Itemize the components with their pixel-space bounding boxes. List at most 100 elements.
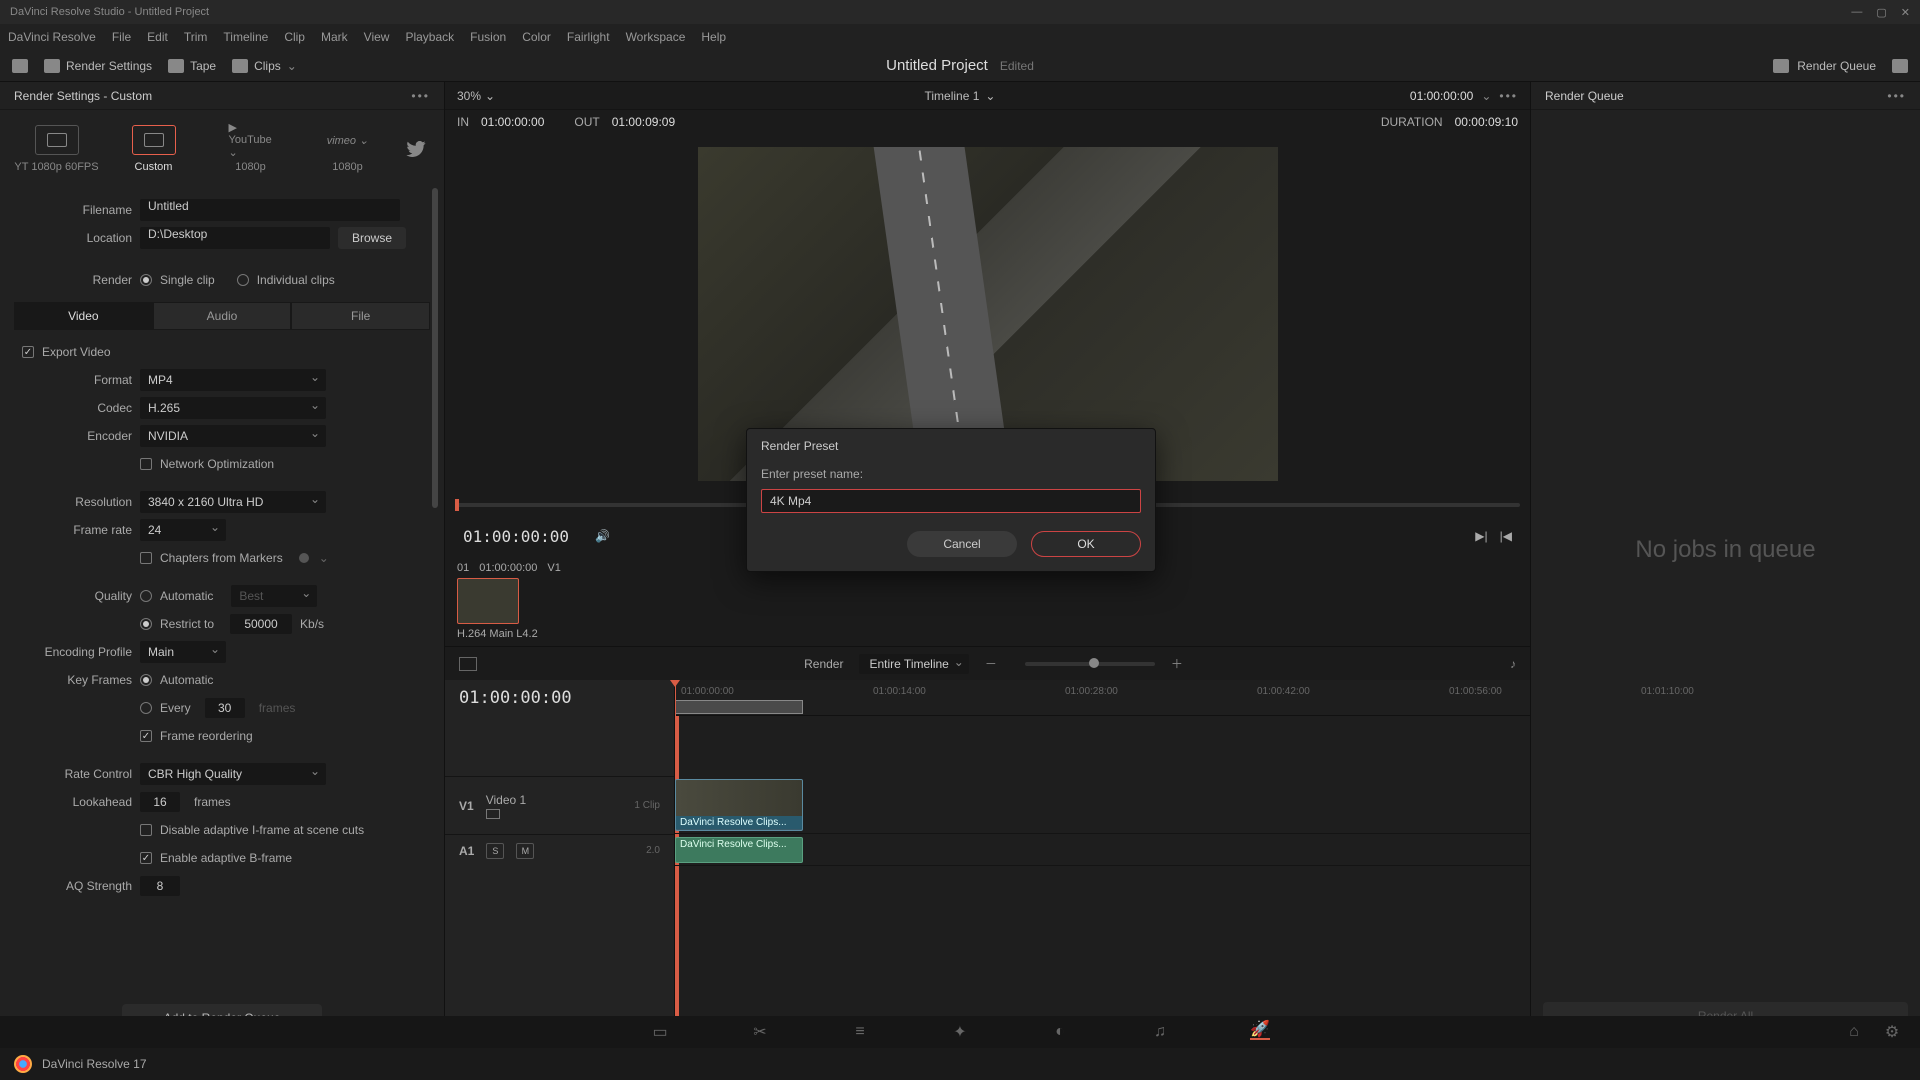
preset-twitter[interactable] [396, 134, 436, 164]
zoom-select[interactable]: 30%⌄ [457, 89, 495, 103]
rate-control-select[interactable]: CBR High Quality [140, 763, 326, 785]
audio-toggle-icon[interactable]: ♪ [1510, 657, 1516, 671]
aq-input[interactable]: 8 [140, 876, 180, 896]
timeline-view-icon[interactable] [459, 657, 477, 671]
tape-toggle[interactable]: Tape [168, 59, 216, 73]
last-frame-icon[interactable]: |◀ [1500, 529, 1512, 543]
fairlight-page-icon[interactable]: ♫ [1150, 1024, 1170, 1040]
quality-auto-radio[interactable] [140, 590, 152, 602]
expand-queue-icon[interactable] [1892, 59, 1908, 73]
framerate-select[interactable]: 24 [140, 519, 226, 541]
volume-icon[interactable]: 🔊 [595, 529, 610, 543]
in-out-range[interactable] [675, 700, 803, 714]
browse-button[interactable]: Browse [338, 227, 406, 249]
color-page-icon[interactable]: ◐ [1050, 1024, 1070, 1040]
net-opt-check[interactable] [140, 458, 152, 470]
timeline-timecode[interactable]: 01:00:00:00 [445, 680, 674, 716]
tab-video[interactable]: Video [14, 302, 153, 330]
location-input[interactable]: D:\Desktop [140, 227, 330, 249]
solo-button[interactable]: S [486, 843, 504, 859]
a1-header[interactable]: A1 S M 2.0 [445, 834, 674, 866]
disable-iframe-check[interactable] [140, 824, 152, 836]
ok-button[interactable]: OK [1031, 531, 1141, 557]
marker-color-icon[interactable] [299, 553, 309, 563]
viewer-menu-icon[interactable]: ••• [1499, 89, 1518, 103]
timeline-ruler[interactable]: 01:00:00:00 01:00:14:00 01:00:28:00 01:0… [675, 680, 1530, 716]
scrubber-handle[interactable] [455, 499, 459, 511]
settings-scrollbar[interactable] [432, 188, 438, 994]
cut-page-icon[interactable]: ✂ [750, 1024, 770, 1040]
preset-yt[interactable]: YT 1080p 60FPS [8, 125, 105, 173]
menu-item[interactable]: Fusion [470, 30, 506, 44]
queue-menu-icon[interactable]: ••• [1887, 89, 1906, 103]
resolution-select[interactable]: 3840 x 2160 Ultra HD [140, 491, 326, 513]
zoom-in-icon[interactable]: ＋ [1171, 655, 1183, 672]
menu-item[interactable]: Workspace [626, 30, 686, 44]
timeline-zoom-slider[interactable] [1025, 662, 1155, 666]
home-icon[interactable]: ⌂ [1844, 1024, 1864, 1040]
panel-menu-icon[interactable]: ••• [411, 89, 430, 103]
menu-item[interactable]: Playback [405, 30, 454, 44]
preset-name-input[interactable] [761, 489, 1141, 513]
enc-profile-select[interactable]: Main [140, 641, 226, 663]
filename-input[interactable]: Untitled [140, 199, 400, 221]
preset-youtube[interactable]: ▶ YouTube ⌄1080p [202, 125, 299, 173]
preset-custom[interactable]: Custom [105, 125, 202, 173]
timeline-name[interactable]: Timeline 1⌄ [925, 89, 996, 103]
mute-button[interactable]: M [516, 843, 534, 859]
menu-item[interactable]: Edit [147, 30, 168, 44]
maximize-icon[interactable]: ▢ [1876, 6, 1886, 19]
single-clip-radio[interactable] [140, 274, 152, 286]
kf-auto-radio[interactable] [140, 674, 152, 686]
lookahead-input[interactable]: 16 [140, 792, 180, 812]
menu-item[interactable]: Fairlight [567, 30, 610, 44]
chapters-check[interactable] [140, 552, 152, 564]
menu-item[interactable]: DaVinci Resolve [8, 30, 96, 44]
frame-reorder-check[interactable] [140, 730, 152, 742]
audio-clip[interactable]: DaVinci Resolve Clips... [675, 837, 803, 863]
cancel-button[interactable]: Cancel [907, 531, 1017, 557]
transport-timecode[interactable]: 01:00:00:00 [463, 527, 569, 546]
fullscreen-toggle[interactable] [12, 59, 28, 73]
edit-page-icon[interactable]: ≡ [850, 1024, 870, 1040]
menu-item[interactable]: File [112, 30, 131, 44]
export-video-check[interactable] [22, 346, 34, 358]
menu-item[interactable]: Help [701, 30, 726, 44]
video-clip[interactable]: DaVinci Resolve Clips... [675, 779, 803, 831]
render-settings-toggle[interactable]: Render Settings [44, 59, 152, 73]
restrict-radio[interactable] [140, 618, 152, 630]
menu-item[interactable]: Timeline [223, 30, 268, 44]
close-icon[interactable]: ✕ [1901, 6, 1910, 19]
encoder-select[interactable]: NVIDIA [140, 425, 326, 447]
menu-item[interactable]: Trim [184, 30, 208, 44]
minimize-icon[interactable]: — [1851, 6, 1862, 19]
preset-vimeo[interactable]: vimeo ⌄1080p [299, 125, 396, 173]
format-select[interactable]: MP4 [140, 369, 326, 391]
zoom-out-icon[interactable]: － [985, 655, 997, 672]
bitrate-input[interactable]: 50000 [230, 614, 292, 634]
tab-audio[interactable]: Audio [153, 302, 292, 330]
source-clip-thumb[interactable] [457, 578, 519, 624]
tab-file[interactable]: File [291, 302, 430, 330]
deliver-page-icon[interactable]: 🚀 [1250, 1024, 1270, 1040]
render-scope-select[interactable]: Entire Timeline [859, 654, 968, 674]
menu-item[interactable]: Mark [321, 30, 348, 44]
v1-header[interactable]: V1 Video 1 1 Clip [445, 776, 674, 834]
fusion-page-icon[interactable]: ✦ [950, 1024, 970, 1040]
individual-clips-radio[interactable] [237, 274, 249, 286]
settings-icon[interactable]: ⚙ [1882, 1024, 1902, 1040]
next-clip-icon[interactable]: ▶| [1475, 529, 1487, 543]
in-timecode[interactable]: 01:00:00:00 [481, 115, 544, 129]
clips-toggle[interactable]: Clips⌄ [232, 59, 297, 73]
timeline-tracks[interactable]: 01:00:00:00 01:00:14:00 01:00:28:00 01:0… [675, 680, 1530, 1042]
codec-select[interactable]: H.265 [140, 397, 326, 419]
menu-item[interactable]: Color [522, 30, 551, 44]
kf-every-radio[interactable] [140, 702, 152, 714]
viewer-timecode[interactable]: 01:00:00:00 [1410, 89, 1473, 103]
render-queue-toggle[interactable]: Render Queue [1797, 59, 1876, 73]
out-timecode[interactable]: 01:00:09:09 [612, 115, 675, 129]
enable-bframe-check[interactable] [140, 852, 152, 864]
v1-track[interactable]: DaVinci Resolve Clips... [675, 776, 1530, 834]
menu-item[interactable]: View [364, 30, 390, 44]
a1-track[interactable]: DaVinci Resolve Clips... [675, 834, 1530, 866]
